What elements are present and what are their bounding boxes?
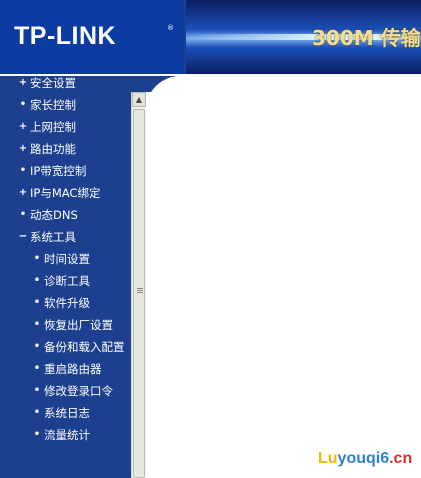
sidebar-item-ddns[interactable]: • 动态DNS — [0, 204, 130, 226]
sidebar-item-label: 流量统计 — [44, 428, 90, 442]
sidebar-item-label: 时间设置 — [44, 252, 90, 266]
sidebar-item-label: IP与MAC绑定 — [30, 186, 101, 200]
bullet-icon: • — [33, 253, 41, 264]
sidebar-item-security[interactable]: + 安全设置 — [0, 76, 130, 94]
expand-icon: + — [18, 187, 28, 198]
bullet-icon: • — [19, 209, 27, 220]
banner-text: 300M 传输 — [312, 26, 421, 50]
bullet-icon: • — [33, 297, 41, 308]
sidebar-item-ip-mac-binding[interactable]: + IP与MAC绑定 — [0, 182, 130, 204]
bullet-icon: • — [19, 99, 27, 110]
logo-text: TP-LINK — [14, 22, 117, 50]
sidebar-item-parental-control[interactable]: • 家长控制 — [0, 94, 130, 116]
watermark-part-2: youqi6 — [337, 450, 390, 467]
sidebar-item-label: 修改登录口令 — [44, 384, 113, 398]
sidebar-item-label: 上网控制 — [30, 120, 76, 134]
content-top — [186, 76, 421, 92]
content-area — [146, 92, 421, 478]
sidebar-item-label: 动态DNS — [30, 208, 78, 222]
sidebar-item-label: IP带宽控制 — [30, 164, 87, 178]
bullet-icon: • — [33, 363, 41, 374]
bullet-icon: • — [33, 341, 41, 352]
sidebar-item-firmware-upgrade[interactable]: • 软件升级 — [0, 292, 130, 314]
sidebar-item-traffic-stats[interactable]: • 流量统计 — [0, 424, 130, 446]
sidebar-item-label: 家长控制 — [30, 98, 76, 112]
watermark-part-3: .cn — [389, 450, 413, 467]
sidebar-item-change-password[interactable]: • 修改登录口令 — [0, 380, 130, 402]
logo-registered-mark: ® — [167, 24, 174, 32]
logo: TP-LINK ® — [0, 0, 184, 74]
bullet-icon: • — [33, 429, 41, 440]
expand-icon: + — [18, 77, 28, 88]
sidebar-item-label: 系统日志 — [44, 406, 90, 420]
bullet-icon: • — [19, 165, 27, 176]
menu-list: + 安全设置 • 家长控制 + 上网控制 + 路由功能 • IP带宽控制 + I… — [0, 76, 130, 446]
sidebar-item-system-tools[interactable]: − 系统工具 — [0, 226, 130, 248]
sidebar-scrollbar[interactable]: ▲ — [131, 92, 146, 478]
sidebar-item-routing[interactable]: + 路由功能 — [0, 138, 130, 160]
sidebar-item-time-settings[interactable]: • 时间设置 — [0, 248, 130, 270]
sidebar-item-label: 诊断工具 — [44, 274, 90, 288]
scrollbar-thumb[interactable] — [133, 109, 145, 478]
sidebar-item-label: 重启路由器 — [44, 362, 102, 376]
bullet-icon: • — [33, 275, 41, 286]
sidebar-item-factory-reset[interactable]: • 恢复出厂设置 — [0, 314, 130, 336]
sidebar-menu: + 安全设置 • 家长控制 + 上网控制 + 路由功能 • IP带宽控制 + I… — [0, 76, 146, 478]
sidebar-item-label: 恢复出厂设置 — [44, 318, 113, 332]
sidebar-item-ip-bandwidth[interactable]: • IP带宽控制 — [0, 160, 130, 182]
sidebar-item-label: 路由功能 — [30, 142, 76, 156]
sidebar-item-label: 备份和载入配置 — [44, 340, 125, 354]
sidebar-item-system-log[interactable]: • 系统日志 — [0, 402, 130, 424]
sidebar-item-access-control[interactable]: + 上网控制 — [0, 116, 130, 138]
sidebar-item-reboot[interactable]: • 重启路由器 — [0, 358, 130, 380]
sidebar-item-backup-restore[interactable]: • 备份和载入配置 — [0, 336, 130, 358]
grip-icon — [137, 288, 143, 289]
header: TP-LINK ® 300M 传输 — [0, 0, 421, 76]
expand-icon: + — [18, 121, 28, 132]
bullet-icon: • — [33, 319, 41, 330]
collapse-icon: − — [18, 231, 28, 242]
sidebar-item-diagnostics[interactable]: • 诊断工具 — [0, 270, 130, 292]
sidebar-item-label: 系统工具 — [30, 230, 76, 244]
sidebar-item-label: 安全设置 — [30, 76, 76, 90]
watermark: Luyouqi6.cn — [318, 450, 412, 468]
expand-icon: + — [18, 143, 28, 154]
scroll-up-icon[interactable]: ▲ — [132, 92, 146, 107]
bullet-icon: • — [33, 385, 41, 396]
watermark-part-1: Lu — [318, 450, 338, 467]
bullet-icon: • — [33, 407, 41, 418]
banner: 300M 传输 — [186, 0, 421, 74]
sidebar-item-label: 软件升级 — [44, 296, 90, 310]
